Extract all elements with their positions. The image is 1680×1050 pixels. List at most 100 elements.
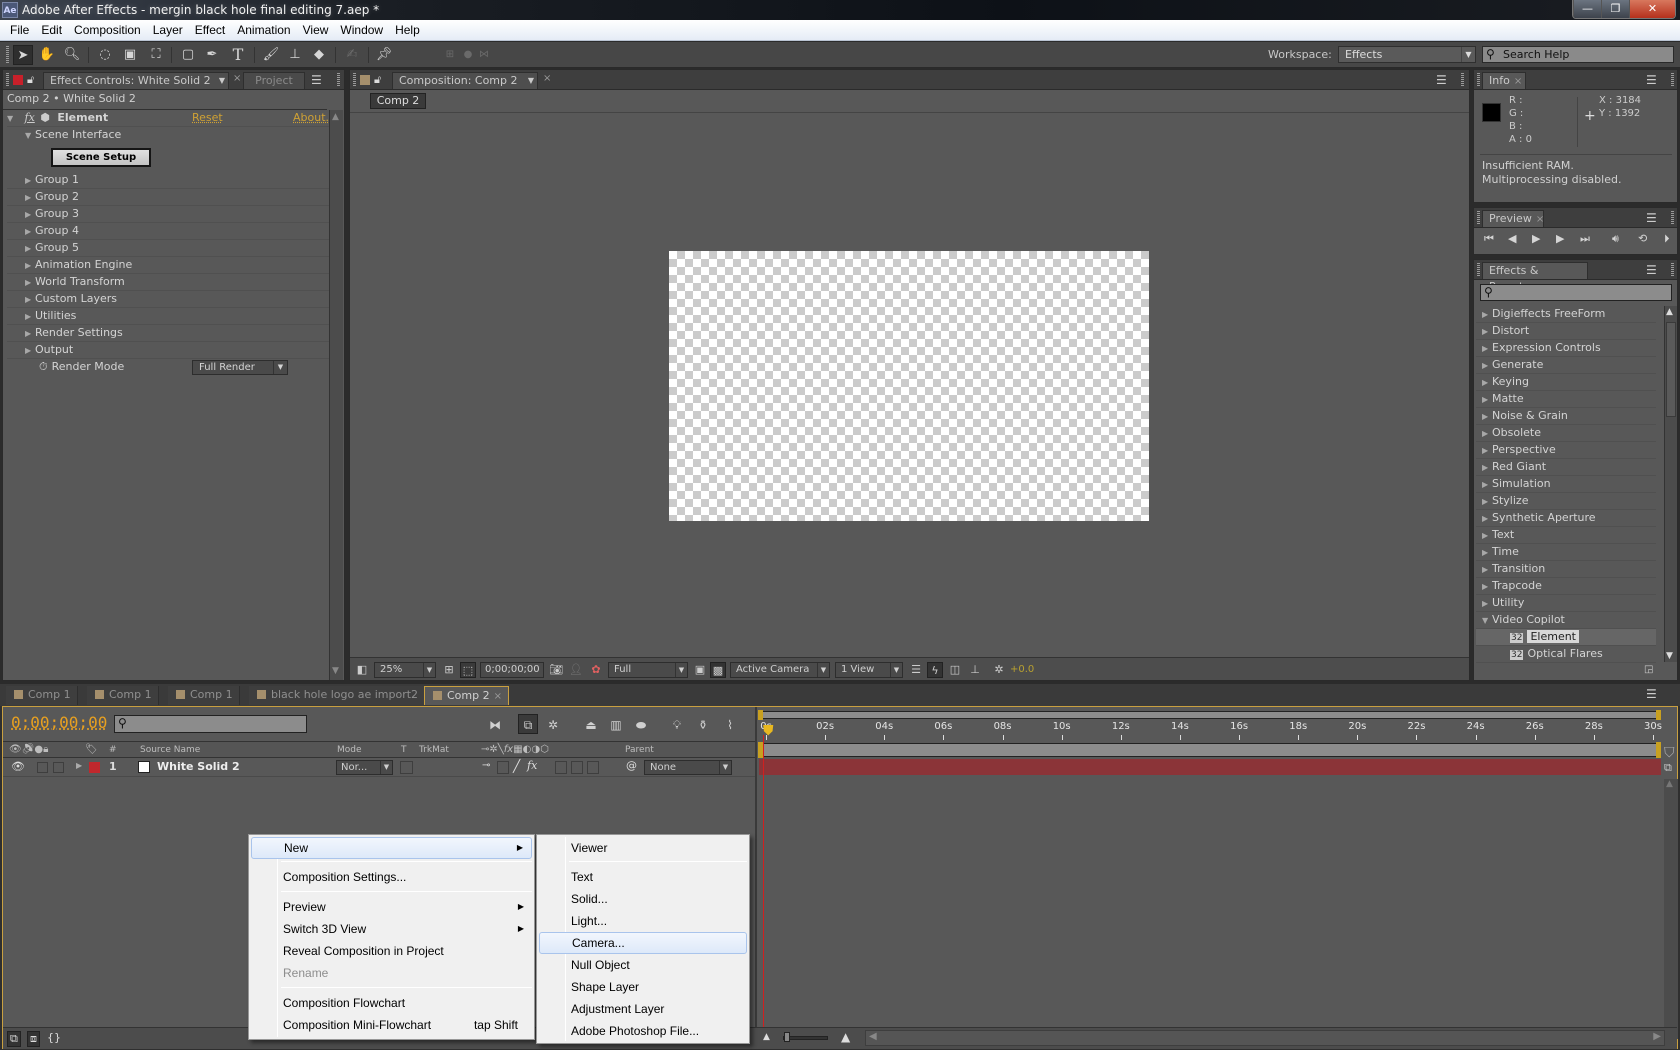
live-update-icon[interactable]: ⧉ <box>518 714 538 734</box>
layer-switches-toggle-icon[interactable]: ⧉ <box>7 1031 21 1047</box>
brush-tool-icon[interactable]: 🖌︎ <box>261 45 281 65</box>
column-number[interactable]: # <box>109 742 117 758</box>
effect-item-selected[interactable]: 32 Element <box>1476 629 1656 646</box>
about-link[interactable]: About... <box>293 110 329 126</box>
pan-behind-tool-icon[interactable]: ⛶ <box>146 45 166 65</box>
search-help-input[interactable]: ⚲ Search Help <box>1482 46 1674 63</box>
panel-grip[interactable] <box>1671 263 1674 277</box>
fast-previews-icon[interactable]: ϟ <box>927 662 943 678</box>
tab-composition[interactable]: Composition: Comp 2 ▼ <box>392 72 538 89</box>
menu-item-composition-flowchart[interactable]: Composition Flowchart <box>251 992 532 1014</box>
fx-icon[interactable]: fx <box>25 111 35 124</box>
timeline-tab[interactable]: Comp 1 <box>87 686 159 705</box>
panel-menu-icon[interactable]: ☰ <box>1646 687 1657 701</box>
zoom-out-icon[interactable]: ▲ <box>763 1032 770 1042</box>
draft-3d-icon[interactable]: ✲ <box>543 715 563 735</box>
effect-category[interactable]: ▶ Stylize <box>1476 493 1656 510</box>
submenu-item-solid[interactable]: Solid... <box>539 888 747 910</box>
current-time-indicator[interactable] <box>763 735 764 1027</box>
group-row[interactable]: ▶ Group 4 <box>7 223 329 240</box>
region-of-interest-icon[interactable]: ▣ <box>692 662 708 678</box>
next-frame-icon[interactable]: ▶︎ <box>1556 232 1580 246</box>
panel-grip[interactable] <box>337 73 340 87</box>
mask-visibility-icon[interactable]: ⬚ <box>460 662 476 678</box>
effect-category[interactable]: ▶ Digieffects FreeForm <box>1476 306 1656 323</box>
effect-category[interactable]: ▶ Simulation <box>1476 476 1656 493</box>
close-tab-icon[interactable]: × <box>1536 214 1544 225</box>
effect-switch-icon[interactable]: fx <box>527 759 537 772</box>
scene-interface-row[interactable]: ▼ Scene Interface <box>7 127 329 144</box>
eraser-tool-icon[interactable]: ◆ <box>309 45 329 65</box>
hide-shy-layers-icon[interactable]: ⏏ <box>581 715 601 735</box>
selection-tool-icon[interactable]: ➤ <box>13 45 33 65</box>
menu-view[interactable]: View <box>297 23 335 37</box>
view-axis-icon[interactable]: ⋈ <box>474 45 494 65</box>
submenu-item-viewer[interactable]: Viewer <box>539 837 747 859</box>
magnification-dropdown[interactable]: 25% ▼ <box>374 662 436 678</box>
collapse-triangle-icon[interactable]: ▼ <box>7 111 17 127</box>
menu-item-composition-mini-flowchart[interactable]: Composition Mini-Flowchart tap Shift <box>251 1014 532 1036</box>
effect-category[interactable]: ▶ Synthetic Aperture <box>1476 510 1656 527</box>
scrollbar-thumb[interactable] <box>1666 322 1676 417</box>
panel-menu-icon[interactable]: ☰ <box>1646 73 1657 87</box>
timeline-tab[interactable]: Comp 1 <box>168 686 240 705</box>
pen-tool-icon[interactable]: ✒ <box>202 45 222 65</box>
layer-row[interactable]: 👁︎ ▶ 1 White Solid 2 Nor... ▼ ⊸ ╱ fx @ N… <box>3 759 755 777</box>
menu-item-composition-settings[interactable]: Composition Settings... <box>251 866 532 888</box>
tab-preview[interactable]: Preview × <box>1482 210 1544 227</box>
show-snapshot-icon[interactable]: 👤︎ <box>568 662 584 678</box>
panel-grip[interactable] <box>6 73 9 87</box>
audio-icon[interactable]: 🔊︎ <box>1612 232 1638 246</box>
layer-name[interactable]: White Solid 2 <box>157 760 240 773</box>
menu-file[interactable]: File <box>4 23 35 37</box>
ram-preview-icon[interactable]: ⏵ <box>1664 232 1680 246</box>
submenu-item-camera[interactable]: Camera... <box>539 932 747 954</box>
zoom-tool-icon[interactable]: 🔍︎ <box>62 45 82 65</box>
effect-category[interactable]: ▶ Trapcode <box>1476 578 1656 595</box>
close-tab-icon[interactable]: × <box>543 73 551 84</box>
maximize-button[interactable]: ❐ <box>1601 0 1629 18</box>
snapshot-camera-icon[interactable]: 📷︎ <box>548 662 564 678</box>
panel-menu-icon[interactable]: ☰ <box>1646 211 1657 225</box>
comp-navigator-button[interactable]: Comp 2 <box>370 93 426 109</box>
auto-keyframe-icon[interactable]: ⚱ <box>693 715 713 735</box>
menu-edit[interactable]: Edit <box>35 23 68 37</box>
workspace-dropdown[interactable]: Effects ▼ <box>1338 46 1476 63</box>
menu-layer[interactable]: Layer <box>147 23 189 37</box>
shy-switch-icon[interactable]: ⊸ <box>482 760 490 771</box>
timeline-horizontal-scrollbar[interactable]: ◀ ▶ <box>865 1030 1665 1046</box>
group-row[interactable]: ▶ Output <box>7 342 329 359</box>
submenu-item-adjustment-layer[interactable]: Adjustment Layer <box>539 998 747 1020</box>
effect-category[interactable]: ▶ Distort <box>1476 323 1656 340</box>
timeline-tab-active[interactable]: Comp 2 × <box>424 686 509 705</box>
preserve-transparency-toggle[interactable] <box>400 761 413 774</box>
work-area-end-handle[interactable] <box>1656 742 1661 758</box>
timeline-tab[interactable]: Comp 1 <box>6 686 78 705</box>
panel-grip[interactable] <box>1671 211 1674 225</box>
scroll-right-icon[interactable]: ▶ <box>1653 1031 1661 1042</box>
effect-category[interactable]: ▶ Generate <box>1476 357 1656 374</box>
submenu-item-null-object[interactable]: Null Object <box>539 954 747 976</box>
panel-grip[interactable] <box>1477 263 1480 277</box>
effects-search-input[interactable]: ⚲ <box>1480 284 1672 301</box>
solo-toggle[interactable] <box>53 762 64 773</box>
composition-canvas[interactable] <box>669 251 1149 521</box>
timeline-vertical-scrollbar[interactable]: ▲ ▼ <box>1664 779 1678 1039</box>
render-mode-dropdown[interactable]: Full Render ▼ <box>192 360 288 375</box>
group-row[interactable]: ▶ World Transform <box>7 274 329 291</box>
menu-effect[interactable]: Effect <box>189 23 231 37</box>
switches-icons[interactable]: ⊸✲╲fx▦◐◑⬡ <box>481 742 549 758</box>
chevron-down-icon[interactable]: ▼ <box>528 73 534 89</box>
camera-view-dropdown[interactable]: Active Camera ▼ <box>730 662 830 678</box>
effect-category[interactable]: ▶ Time <box>1476 544 1656 561</box>
panel-grip[interactable] <box>1477 211 1480 225</box>
group-row[interactable]: ▶ Group 1 <box>7 172 329 189</box>
comp-button-icon[interactable]: ⧉ <box>1664 761 1672 775</box>
effect-category[interactable]: ▶ Expression Controls <box>1476 340 1656 357</box>
stopwatch-icon[interactable]: ⏱︎ <box>39 360 48 373</box>
effect-category[interactable]: ▶ Red Giant <box>1476 459 1656 476</box>
tab-info[interactable]: Info × <box>1482 72 1526 89</box>
timeline-icon[interactable]: ◫ <box>947 662 963 678</box>
label-icon[interactable]: 🏷︎ <box>85 742 98 758</box>
scroll-up-icon[interactable]: ▲ <box>1666 307 1673 317</box>
